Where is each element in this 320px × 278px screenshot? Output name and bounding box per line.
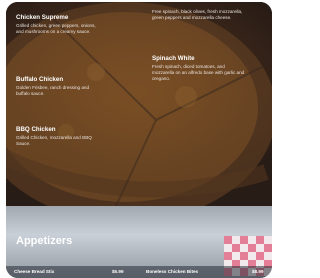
menu-card: Chicken Supreme Grilled chicken, green p… (6, 2, 272, 278)
item-name: BBQ Chicken (16, 126, 56, 133)
appetizer-name[interactable]: Boneless Chicken Bites (146, 269, 198, 274)
menu-item[interactable]: BBQ Chicken Grilled Chicken, mozzarella … (16, 126, 102, 147)
item-description: Grilled Chicken, mozzarella and BBQ Sauc… (16, 135, 92, 147)
appetizers-section: Appetizers Cheese Bread Stix $5.99 Bonel… (6, 206, 272, 278)
menu-item[interactable]: Buffalo Chicken Golden Frisbee, ranch dr… (16, 76, 102, 97)
item-description: Fresh spinach, diced tomatoes, and mozza… (152, 64, 245, 82)
item-description: Grilled chicken, green peppers, onions, … (16, 23, 96, 35)
appetizer-row: Cheese Bread Stix $5.99 Boneless Chicken… (6, 266, 272, 278)
appetizer-name[interactable]: Cheese Bread Stix (14, 269, 54, 274)
item-description: Golden Frisbee, ranch dressing and buffa… (16, 85, 90, 97)
pizza-background: Chicken Supreme Grilled chicken, green p… (6, 2, 272, 206)
item-name: Chicken Supreme (16, 14, 69, 21)
menu-item[interactable]: Chicken Supreme Grilled chicken, green p… (16, 14, 102, 35)
menu-item[interactable]: Free spinach, black olives, fresh mozzar… (152, 8, 248, 21)
appetizer-price: $8.99 (252, 269, 264, 274)
menu-item[interactable]: Spinach White Fresh spinach, diced tomat… (152, 55, 248, 83)
item-name: Spinach White (152, 55, 195, 62)
appetizer-price: $5.99 (112, 269, 124, 274)
item-name: Buffalo Chicken (16, 76, 64, 83)
item-description: Free spinach, black olives, fresh mozzar… (152, 9, 243, 21)
section-title: Appetizers (16, 235, 73, 247)
